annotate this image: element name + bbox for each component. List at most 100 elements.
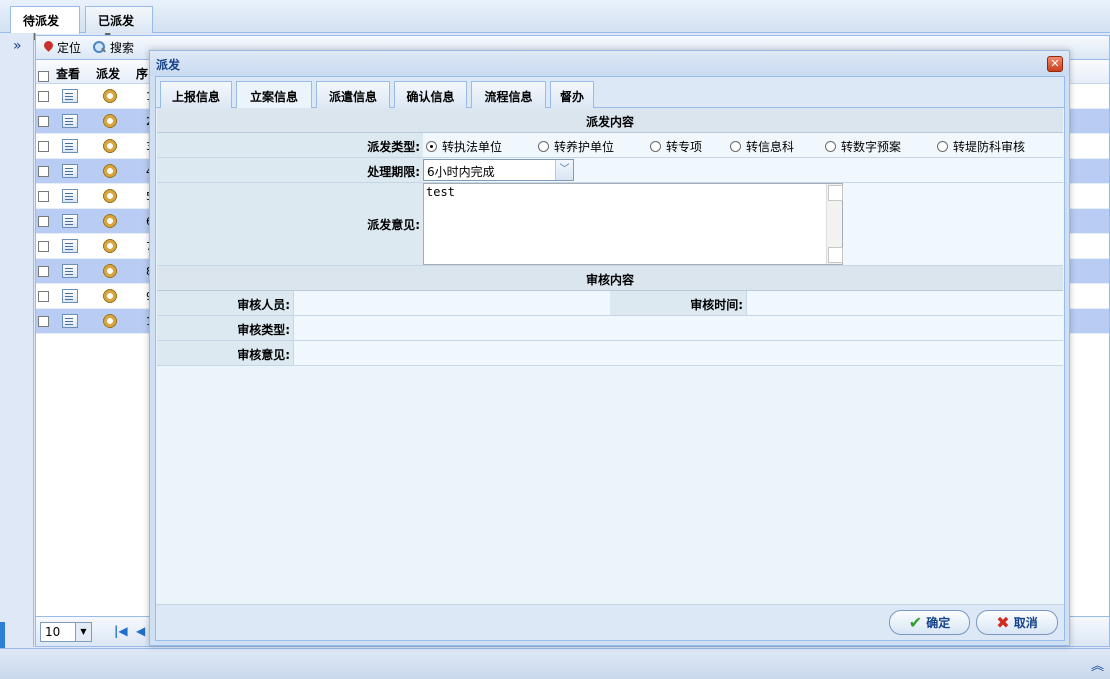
radio-icon — [650, 141, 661, 152]
chevron-down-icon[interactable]: ﹀ — [555, 160, 573, 180]
reviewer-label: 审核人员: — [157, 291, 293, 315]
row-checkbox[interactable] — [38, 241, 49, 255]
dispatch-dialog: 派发 ✕ 上报信息 立案信息 派遣信息 确认信息 流程信息 督办 派发内容 派发… — [149, 50, 1070, 646]
gear-icon[interactable] — [102, 113, 118, 129]
radio-option-5[interactable]: 转数字预案 — [825, 138, 901, 155]
gear-icon[interactable] — [102, 238, 118, 254]
search-label: 搜索 — [110, 41, 135, 55]
review-type-label: 审核类型: — [157, 316, 293, 340]
textarea-scrollbar[interactable] — [826, 184, 843, 264]
dialog-footer: ✔ 确定 ✖ 取消 — [156, 604, 1064, 640]
tab-dispatched[interactable]: 已派发◘ — [85, 6, 153, 43]
gear-icon[interactable] — [102, 313, 118, 329]
row-checkbox[interactable] — [38, 316, 49, 330]
tab-pending-dispatch[interactable]: 待派发◘ — [10, 6, 80, 43]
tab-process-info[interactable]: 流程信息 — [471, 81, 546, 108]
radio-option-3[interactable]: 转专项 — [650, 138, 702, 155]
collapse-up-icon[interactable]: ︽ — [1091, 655, 1104, 674]
view-icon[interactable] — [62, 214, 78, 228]
dialog-body: 上报信息 立案信息 派遣信息 确认信息 流程信息 督办 派发内容 派发类型: 转… — [155, 76, 1065, 641]
deadline-select[interactable]: 6小时内完成 ﹀ — [423, 159, 574, 181]
radio-icon — [730, 141, 741, 152]
view-icon[interactable] — [62, 189, 78, 203]
row-checkbox[interactable] — [38, 191, 49, 205]
first-page-icon[interactable]: |◀ — [114, 624, 128, 638]
page-size-select[interactable]: 10 ▼ — [40, 622, 92, 642]
locate-label: 定位 — [57, 41, 82, 55]
reviewer-row: 审核人员: 审核时间: — [157, 291, 1063, 316]
row-checkbox[interactable] — [38, 91, 49, 105]
deadline-value: 6小时内完成 — [427, 165, 495, 179]
tab-confirm-info[interactable]: 确认信息 — [394, 81, 467, 108]
gear-icon[interactable] — [102, 288, 118, 304]
row-checkbox[interactable] — [38, 291, 49, 305]
deadline-row: 处理期限: 6小时内完成 ﹀ — [157, 158, 1063, 183]
view-icon[interactable] — [62, 114, 78, 128]
cancel-label: 取消 — [1013, 616, 1038, 630]
review-type-value — [293, 316, 1063, 340]
expand-icon[interactable]: » — [13, 38, 22, 54]
check-icon: ✔ — [908, 613, 923, 632]
gear-icon[interactable] — [102, 263, 118, 279]
tab-case-info[interactable]: 立案信息 — [236, 81, 312, 109]
gear-icon[interactable] — [102, 88, 118, 104]
opinion-textarea[interactable]: test — [423, 183, 843, 265]
review-opinion-row: 审核意见: — [157, 341, 1063, 366]
cancel-button[interactable]: ✖ 取消 — [976, 610, 1058, 635]
search-button[interactable]: 搜索 — [93, 39, 134, 56]
view-icon[interactable] — [62, 264, 78, 278]
tab-assign-info[interactable]: 派遣信息 — [316, 81, 390, 108]
col-dispatch[interactable]: 派发 — [96, 65, 120, 82]
opinion-text: test — [426, 185, 455, 199]
row-checkbox[interactable] — [38, 116, 49, 130]
dispatch-type-label: 派发类型: — [157, 133, 423, 157]
review-time-label: 审核时间: — [610, 291, 746, 315]
dispatch-section-header: 派发内容 — [157, 108, 1063, 133]
gear-icon[interactable] — [102, 163, 118, 179]
radio-icon — [825, 141, 836, 152]
page-size-value: 10 — [45, 625, 61, 639]
left-edge-marker — [0, 622, 5, 648]
radio-icon — [426, 141, 437, 152]
dialog-tab-strip: 上报信息 立案信息 派遣信息 确认信息 流程信息 督办 — [156, 77, 1064, 109]
radio-option-6[interactable]: 转堤防科审核 — [937, 138, 1025, 155]
chevron-down-icon[interactable]: ▼ — [75, 623, 91, 641]
view-icon[interactable] — [62, 239, 78, 253]
locate-button[interactable]: 定位 — [44, 39, 81, 56]
review-section-header: 审核内容 — [157, 266, 1063, 291]
gear-icon[interactable] — [102, 138, 118, 154]
bottom-collapse-bar: ︽ — [0, 648, 1110, 679]
close-icon[interactable]: ✕ — [1047, 56, 1063, 72]
view-icon[interactable] — [62, 139, 78, 153]
view-icon[interactable] — [62, 89, 78, 103]
confirm-button[interactable]: ✔ 确定 — [889, 610, 970, 635]
opinion-label: 派发意见: — [157, 183, 423, 265]
view-icon[interactable] — [62, 289, 78, 303]
opinion-row: 派发意见: test — [157, 183, 1063, 266]
review-type-row: 审核类型: — [157, 316, 1063, 341]
radio-option-1[interactable]: 转执法单位 — [426, 138, 502, 155]
radio-option-4[interactable]: 转信息科 — [730, 138, 794, 155]
cancel-icon: ✖ — [996, 613, 1010, 632]
view-icon[interactable] — [62, 164, 78, 178]
col-seq[interactable]: 序 — [136, 65, 148, 82]
row-checkbox[interactable] — [38, 141, 49, 155]
search-icon — [93, 41, 106, 54]
deadline-label: 处理期限: — [157, 158, 423, 182]
row-checkbox[interactable] — [38, 266, 49, 280]
tab-label: 待派发 — [23, 14, 60, 28]
left-collapse-panel: » — [0, 33, 34, 647]
view-icon[interactable] — [62, 314, 78, 328]
gear-icon[interactable] — [102, 213, 118, 229]
tab-report-info[interactable]: 上报信息 — [160, 81, 232, 108]
row-checkbox[interactable] — [38, 216, 49, 230]
prev-page-icon[interactable]: ◀ — [136, 624, 145, 638]
review-time-value — [746, 291, 1063, 315]
radio-option-2[interactable]: 转养护单位 — [538, 138, 614, 155]
radio-icon — [538, 141, 549, 152]
row-checkbox[interactable] — [38, 166, 49, 180]
gear-icon[interactable] — [102, 188, 118, 204]
top-tab-strip: 待派发◘ 已派发◘ — [0, 0, 1110, 43]
col-view[interactable]: 查看 — [56, 65, 80, 82]
tab-supervise[interactable]: 督办 — [550, 81, 594, 108]
